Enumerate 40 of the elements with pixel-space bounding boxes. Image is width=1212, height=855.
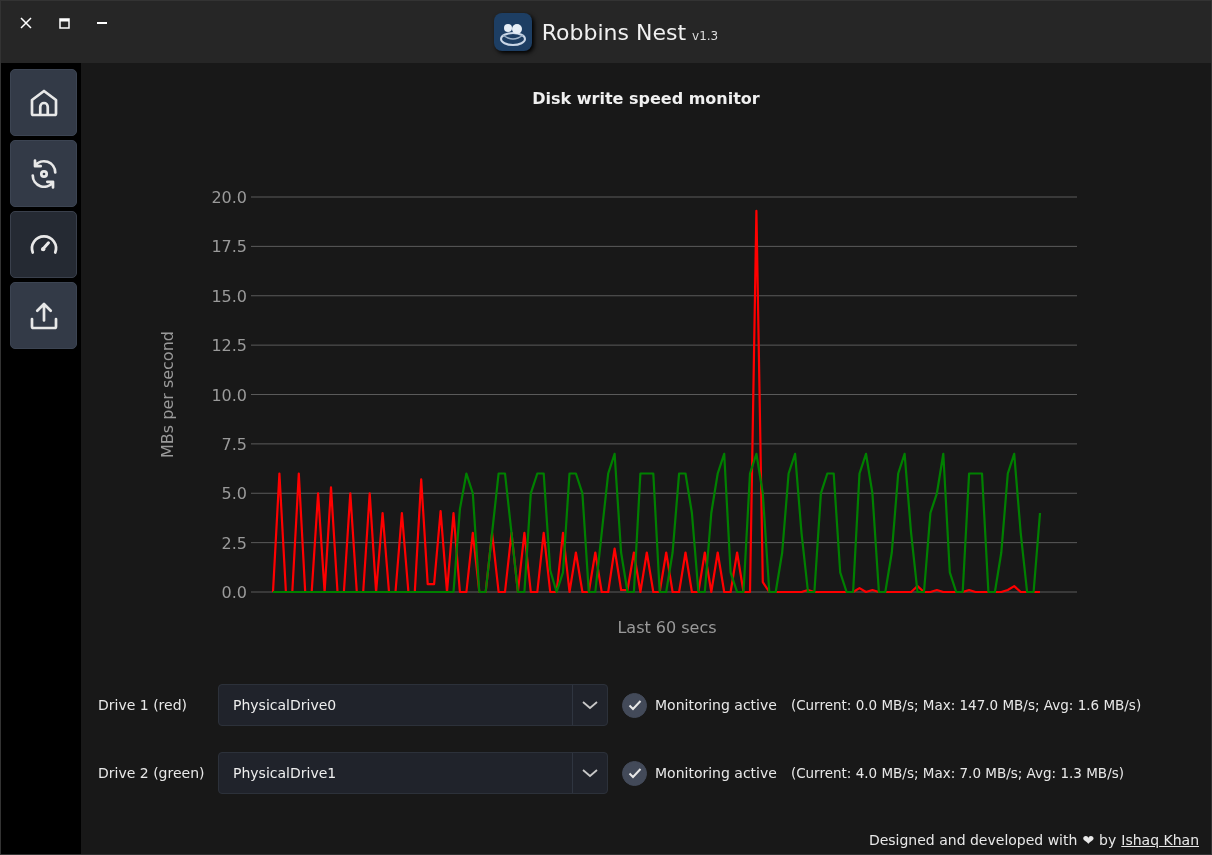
checkmark-icon	[627, 767, 642, 779]
checkbox[interactable]	[622, 760, 647, 786]
heart-symbol: ❤	[1082, 832, 1095, 848]
app-title: Robbins Nest	[541, 19, 687, 45]
drive-label: Drive 1 (red)	[98, 697, 188, 713]
checkbox[interactable]	[622, 692, 647, 718]
bird-nest-logo-icon	[493, 13, 532, 51]
author-link[interactable]: Ishaq Khan	[1121, 832, 1199, 848]
y-tick-label: 12.5	[211, 336, 247, 356]
credit-text: Designed and developed with	[868, 832, 1078, 848]
checkbox-label: Monitoring active	[655, 697, 777, 713]
version-label: v1.3	[692, 29, 719, 43]
y-tick-label: 0.0	[221, 583, 247, 602]
checkmark-icon	[627, 699, 642, 711]
x-axis-label: Last 60 secs	[617, 618, 717, 637]
sidebar-button[interactable]	[10, 282, 77, 349]
sidebar-button[interactable]	[10, 140, 77, 207]
y-tick-label: 2.5	[221, 533, 247, 553]
y-tick-label: 5.0	[221, 484, 247, 504]
y-tick-label: 7.5	[221, 434, 247, 454]
checkbox-label: Monitoring active	[655, 765, 777, 781]
maximize-icon	[58, 17, 70, 29]
y-tick-label: 15.0	[211, 286, 247, 306]
sidebar-button[interactable]	[10, 211, 77, 278]
credit-text: by	[1099, 832, 1117, 848]
y-axis-label: MBs per second	[158, 331, 177, 458]
drive-dropdown[interactable]: PhysicalDrive1	[218, 752, 608, 794]
drive-stats: (Current: 4.0 MB/s; Max: 7.0 MB/s; Avg: 1.3 MB/s)	[790, 765, 1124, 781]
drive-label: Drive 2 (green)	[98, 765, 206, 781]
minimize-icon	[97, 21, 107, 25]
chevron-down-icon	[581, 700, 599, 710]
y-tick-label: 17.5	[211, 237, 247, 257]
sidebar-button[interactable]	[10, 69, 77, 136]
drive-dropdown[interactable]: PhysicalDrive0	[218, 684, 608, 726]
y-tick-label: 10.0	[211, 385, 247, 405]
close-icon	[20, 17, 32, 29]
drive-stats: (Current: 0.0 MB/s; Max: 147.0 MB/s; Avg: 1.6 MB/s)	[790, 697, 1142, 713]
chart-title: Disk write speed monitor	[531, 89, 761, 109]
chevron-down-icon	[581, 768, 599, 778]
y-tick-label: 20.0	[211, 188, 247, 207]
